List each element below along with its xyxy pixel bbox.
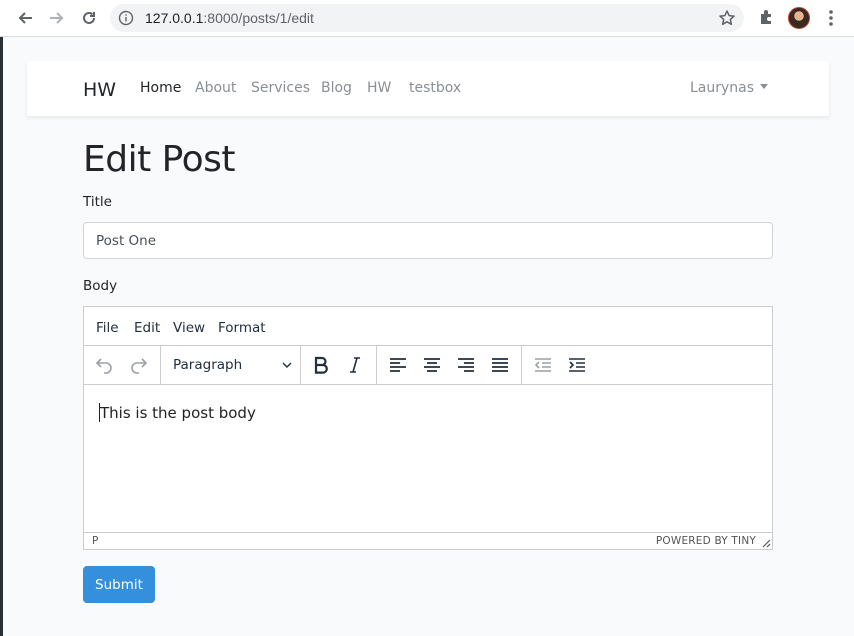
block-format-value: Paragraph bbox=[173, 357, 243, 373]
align-center-icon bbox=[424, 358, 440, 372]
menu-view[interactable]: View bbox=[173, 320, 205, 336]
url-host: 127.0.0.1 bbox=[145, 10, 204, 26]
resize-handle-icon[interactable] bbox=[762, 539, 771, 548]
page-title: Edit Post bbox=[83, 139, 235, 180]
nav-link-about[interactable]: About bbox=[195, 80, 236, 96]
rich-text-editor: File Edit View Format Paragraph This is … bbox=[83, 306, 773, 550]
block-format-select[interactable]: Paragraph bbox=[168, 353, 296, 377]
align-justify-button[interactable] bbox=[486, 353, 514, 377]
browser-toolbar: 127.0.0.1:8000/posts/1/edit bbox=[0, 0, 854, 37]
editor-content-area[interactable]: This is the post body bbox=[84, 385, 772, 531]
extensions-icon[interactable] bbox=[757, 7, 777, 27]
indent-icon bbox=[569, 358, 585, 372]
nav-link-services[interactable]: Services bbox=[251, 80, 310, 96]
powered-by-link[interactable]: POWERED BY TINY bbox=[656, 535, 756, 547]
align-center-button[interactable] bbox=[418, 353, 446, 377]
italic-icon bbox=[350, 357, 360, 373]
reload-button[interactable] bbox=[77, 6, 101, 30]
arrow-right-icon bbox=[50, 12, 64, 24]
arrow-left-icon bbox=[18, 12, 32, 24]
nav-link-home[interactable]: Home bbox=[140, 80, 181, 96]
nav-link-blog[interactable]: Blog bbox=[321, 80, 352, 96]
info-icon[interactable] bbox=[118, 10, 134, 26]
url-path: :8000/posts/1/edit bbox=[203, 10, 314, 26]
body-label: Body bbox=[83, 278, 118, 294]
toolbar-separator bbox=[160, 346, 161, 384]
element-path[interactable]: P bbox=[92, 535, 98, 547]
nav-link-testbox[interactable]: testbox bbox=[409, 80, 461, 96]
redo-button[interactable] bbox=[125, 353, 153, 377]
bold-button[interactable] bbox=[307, 353, 335, 377]
toolbar-separator bbox=[300, 346, 301, 384]
outdent-button[interactable] bbox=[529, 353, 557, 377]
nav-link-hw[interactable]: HW bbox=[367, 80, 391, 96]
align-justify-icon bbox=[492, 358, 508, 372]
caret-down-icon bbox=[760, 84, 769, 89]
user-dropdown[interactable]: Laurynas bbox=[690, 80, 769, 96]
site-navbar: HW Home About Services Blog HW testbox L… bbox=[27, 61, 829, 116]
editor-statusbar: P POWERED BY TINY bbox=[84, 532, 772, 549]
italic-button[interactable] bbox=[341, 353, 369, 377]
editor-menubar: File Edit View Format bbox=[84, 307, 772, 346]
title-label: Title bbox=[83, 194, 112, 210]
chevron-down-icon bbox=[282, 362, 292, 368]
menu-file[interactable]: File bbox=[96, 320, 119, 336]
align-right-button[interactable] bbox=[452, 353, 480, 377]
align-left-button[interactable] bbox=[384, 353, 412, 377]
editor-toolbar: Paragraph bbox=[84, 346, 772, 385]
align-right-icon bbox=[458, 358, 474, 372]
url-text[interactable]: 127.0.0.1:8000/posts/1/edit bbox=[145, 10, 314, 26]
undo-icon bbox=[95, 358, 112, 374]
menu-edit[interactable]: Edit bbox=[134, 320, 160, 336]
editor-paragraph[interactable]: This is the post body bbox=[100, 404, 256, 422]
address-bar[interactable]: 127.0.0.1:8000/posts/1/edit bbox=[110, 4, 744, 32]
brand-link[interactable]: HW bbox=[83, 79, 116, 101]
submit-button[interactable]: Submit bbox=[83, 566, 155, 603]
star-icon[interactable] bbox=[718, 9, 736, 27]
align-left-icon bbox=[390, 358, 406, 372]
menu-format[interactable]: Format bbox=[218, 320, 266, 336]
left-edge-strip bbox=[0, 37, 3, 636]
toolbar-separator bbox=[376, 346, 377, 384]
more-menu-icon[interactable] bbox=[826, 8, 836, 28]
redo-icon bbox=[131, 358, 148, 374]
indent-button[interactable] bbox=[563, 353, 591, 377]
back-button[interactable] bbox=[13, 6, 37, 30]
bold-icon bbox=[314, 356, 328, 374]
forward-button[interactable] bbox=[45, 6, 69, 30]
user-name: Laurynas bbox=[690, 80, 755, 96]
undo-button[interactable] bbox=[90, 353, 118, 377]
reload-icon bbox=[83, 11, 95, 24]
title-input[interactable] bbox=[83, 222, 773, 259]
toolbar-separator bbox=[521, 346, 522, 384]
outdent-icon bbox=[534, 358, 551, 372]
profile-avatar[interactable] bbox=[788, 7, 810, 29]
